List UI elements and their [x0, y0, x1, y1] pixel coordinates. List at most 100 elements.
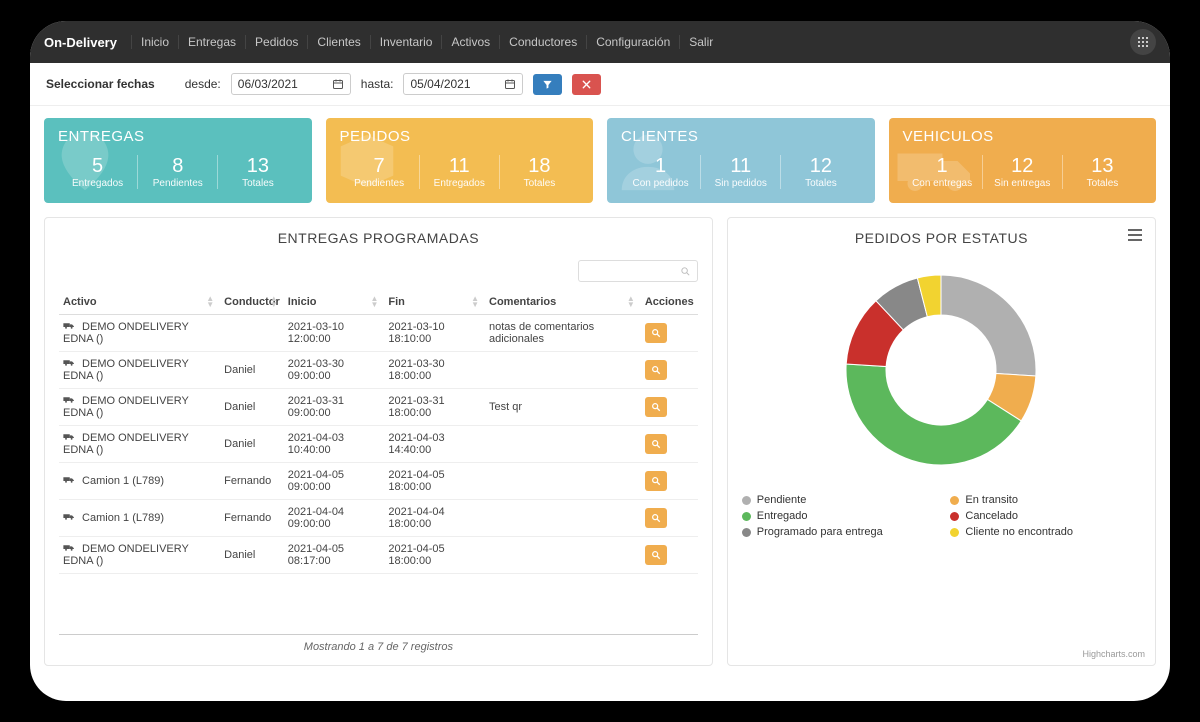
content-area: ENTREGAS5Entregados8Pendientes13TotalesP… — [30, 106, 1170, 701]
legend-item[interactable]: Cancelado — [950, 510, 1141, 522]
apps-grid-button[interactable] — [1130, 29, 1156, 55]
stat: 11Sin pedidos — [700, 155, 780, 189]
nav-configuración[interactable]: Configuración — [586, 35, 679, 49]
card-bg-icon — [50, 126, 120, 201]
stat: 13Totales — [1062, 155, 1142, 189]
cell-inicio: 2021-04-05 09:00:00 — [284, 463, 385, 500]
cell-activo: DEMO ONDELIVERY EDNA () — [59, 426, 220, 463]
summary-card-clientes[interactable]: CLIENTES1Con pedidos11Sin pedidos12Total… — [607, 118, 875, 203]
cell-acciones — [641, 389, 698, 426]
nav-salir[interactable]: Salir — [679, 35, 722, 49]
cell-activo: DEMO ONDELIVERY EDNA () — [59, 389, 220, 426]
stat-label: Con entregas — [907, 178, 978, 189]
cell-acciones — [641, 352, 698, 389]
stat: 12Totales — [780, 155, 860, 189]
col-activo[interactable]: Activo▲▼ — [59, 290, 220, 315]
date-to-input[interactable]: 05/04/2021 — [403, 73, 523, 95]
search-icon — [651, 328, 661, 338]
cell-comentarios — [485, 426, 641, 463]
cell-comentarios — [485, 500, 641, 537]
legend-item[interactable]: En transito — [950, 494, 1141, 506]
legend-label: Cliente no encontrado — [965, 526, 1073, 538]
nav-inicio[interactable]: Inicio — [131, 35, 178, 49]
date-from-input[interactable]: 06/03/2021 — [231, 73, 351, 95]
card-bg-icon — [332, 126, 402, 201]
cell-fin: 2021-03-10 18:10:00 — [384, 315, 485, 352]
cell-inicio: 2021-03-10 12:00:00 — [284, 315, 385, 352]
cell-fin: 2021-04-03 14:40:00 — [384, 426, 485, 463]
view-row-button[interactable] — [645, 545, 667, 565]
summary-card-pedidos[interactable]: PEDIDOS7Pendientes11Entregados18Totales — [326, 118, 594, 203]
clear-filter-button[interactable] — [572, 74, 601, 95]
chart-menu-button[interactable] — [1127, 228, 1143, 247]
view-row-button[interactable] — [645, 360, 667, 380]
donut-chart — [831, 260, 1051, 480]
cell-comentarios — [485, 463, 641, 500]
stat-label: Sin pedidos — [705, 178, 776, 189]
legend-label: En transito — [965, 494, 1018, 506]
deliveries-table: Activo▲▼Conductor▲▼Inicio▲▼Fin▲▼Comentar… — [59, 290, 698, 574]
cell-inicio: 2021-04-05 08:17:00 — [284, 537, 385, 574]
stat-number: 11 — [705, 155, 776, 178]
donut-slice-pendiente[interactable] — [941, 275, 1036, 376]
stat-label: Entregados — [424, 178, 495, 189]
col-comentarios[interactable]: Comentarios▲▼ — [485, 290, 641, 315]
legend-item[interactable]: Programado para entrega — [742, 526, 933, 538]
sort-icon: ▲▼ — [206, 296, 214, 308]
legend-label: Entregado — [757, 510, 808, 522]
cell-fin: 2021-04-04 18:00:00 — [384, 500, 485, 537]
sort-icon: ▲▼ — [471, 296, 479, 308]
stat-label: Totales — [785, 178, 856, 189]
chart-credit: Highcharts.com — [1082, 649, 1145, 659]
nav-entregas[interactable]: Entregas — [178, 35, 245, 49]
legend-label: Programado para entrega — [757, 526, 883, 538]
stat-number: 11 — [424, 155, 495, 178]
nav-conductores[interactable]: Conductores — [499, 35, 586, 49]
chart-title: PEDIDOS POR ESTATUS — [742, 230, 1141, 246]
apply-filter-button[interactable] — [533, 74, 562, 95]
view-row-button[interactable] — [645, 508, 667, 528]
table-search[interactable] — [578, 260, 698, 282]
truck-icon — [63, 432, 75, 441]
summary-card-entregas[interactable]: ENTREGAS5Entregados8Pendientes13Totales — [44, 118, 312, 203]
nav-clientes[interactable]: Clientes — [307, 35, 369, 49]
cell-activo: DEMO ONDELIVERY EDNA () — [59, 315, 220, 352]
search-icon — [680, 266, 691, 277]
view-row-button[interactable] — [645, 323, 667, 343]
col-fin[interactable]: Fin▲▼ — [384, 290, 485, 315]
cell-activo: Camion 1 (L789) — [59, 500, 220, 537]
orders-by-status-panel: PEDIDOS POR ESTATUS Pendiente En transito… — [727, 217, 1156, 666]
legend-item[interactable]: Cliente no encontrado — [950, 526, 1141, 538]
summary-cards: ENTREGAS5Entregados8Pendientes13TotalesP… — [44, 118, 1156, 203]
app-window: On-Delivery InicioEntregasPedidosCliente… — [30, 21, 1170, 701]
cell-acciones — [641, 315, 698, 352]
view-row-button[interactable] — [645, 397, 667, 417]
nav-activos[interactable]: Activos — [441, 35, 499, 49]
sort-icon: ▲▼ — [627, 296, 635, 308]
search-icon — [651, 476, 661, 486]
table-search-input[interactable] — [585, 265, 680, 277]
cell-inicio: 2021-03-30 09:00:00 — [284, 352, 385, 389]
stat: 12Sin entregas — [982, 155, 1062, 189]
legend-swatch — [950, 528, 959, 537]
summary-card-vehiculos[interactable]: VEHICULOS1Con entregas12Sin entregas13To… — [889, 118, 1157, 203]
stat-number: 13 — [1067, 155, 1138, 178]
legend-swatch — [950, 512, 959, 521]
from-label: desde: — [185, 77, 221, 91]
stat-number: 12 — [987, 155, 1058, 178]
col-inicio[interactable]: Inicio▲▼ — [284, 290, 385, 315]
nav-inventario[interactable]: Inventario — [370, 35, 442, 49]
legend-item[interactable]: Entregado — [742, 510, 933, 522]
cell-comentarios: notas de comentarios adicionales — [485, 315, 641, 352]
cell-comentarios — [485, 537, 641, 574]
col-acciones[interactable]: Acciones — [641, 290, 698, 315]
brand: On-Delivery — [44, 35, 117, 50]
view-row-button[interactable] — [645, 471, 667, 491]
legend-item[interactable]: Pendiente — [742, 494, 933, 506]
view-row-button[interactable] — [645, 434, 667, 454]
cell-conductor — [220, 315, 284, 352]
grid-icon — [1137, 36, 1149, 48]
col-conductor[interactable]: Conductor▲▼ — [220, 290, 284, 315]
nav-pedidos[interactable]: Pedidos — [245, 35, 307, 49]
cell-fin: 2021-03-30 18:00:00 — [384, 352, 485, 389]
